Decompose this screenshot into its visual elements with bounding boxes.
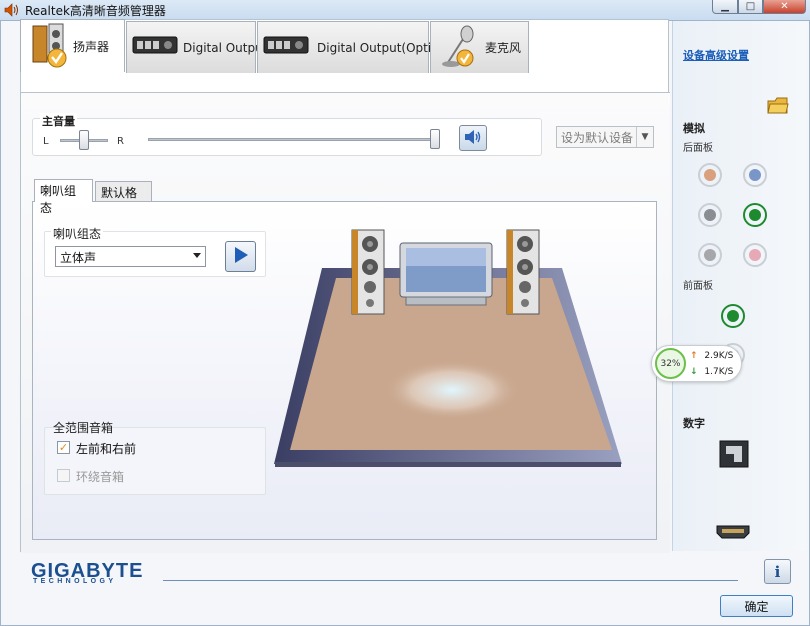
ok-button-label: 确定: [744, 599, 769, 614]
footer-divider: [163, 580, 738, 581]
network-speed-widget[interactable]: 32% ↑ 2.9K/S ↓ 1.7K/S: [651, 345, 742, 382]
jack-dot: [749, 209, 761, 221]
surround-checkbox[interactable]: [57, 469, 70, 482]
jack-dot: [704, 209, 716, 221]
rear-jack-6[interactable]: [743, 243, 767, 267]
front-jack-1[interactable]: [721, 304, 745, 328]
right-speaker-icon: [506, 229, 540, 318]
upload-arrow-icon: ↑: [690, 351, 698, 361]
rear-jack-3[interactable]: [698, 203, 722, 227]
play-icon: [233, 246, 249, 267]
left-speaker-icon: [351, 229, 385, 318]
surround-label: 环绕音箱: [76, 470, 125, 484]
full-range-title: 全范围音箱: [53, 421, 114, 435]
test-play-button[interactable]: [225, 241, 256, 272]
spdif-port-icon[interactable]: [719, 440, 749, 471]
jack-dot: [749, 249, 761, 261]
download-row: ↓ 1.7K/S: [690, 367, 733, 377]
rear-jack-1[interactable]: [698, 163, 722, 187]
title-bar: Realtek高清晰音频管理器 ▁ □ ✕: [0, 0, 810, 20]
gigabyte-logo-sub: TECHNOLOGY: [33, 578, 117, 585]
microphone-icon: [441, 24, 477, 71]
close-icon: ✕: [780, 1, 789, 12]
window-title: Realtek高清晰音频管理器: [25, 4, 166, 18]
hdmi-port-icon[interactable]: [716, 524, 750, 543]
maximize-button[interactable]: □: [738, 0, 763, 14]
tab-digital-output-label: Digital Output: [183, 40, 268, 55]
upload-row: ↑ 2.9K/S: [690, 351, 733, 361]
front-panel-label: 前面板: [683, 281, 713, 292]
chevron-down-icon: [193, 253, 201, 258]
balance-right-label: R: [117, 136, 124, 147]
speaker-config-select[interactable]: 立体声: [55, 246, 206, 267]
jack-dot: [704, 169, 716, 181]
tab-default-format[interactable]: 默认格式: [95, 181, 152, 217]
download-arrow-icon: ↓: [690, 367, 698, 377]
rear-jack-2[interactable]: [743, 163, 767, 187]
jack-dot: [749, 169, 761, 181]
advanced-settings-link[interactable]: 设备高级设置: [683, 47, 749, 63]
folder-icon[interactable]: [767, 95, 789, 118]
speaker-config-group-title: 喇叭组态: [51, 225, 104, 242]
balance-slider-thumb[interactable]: [79, 130, 89, 150]
info-button[interactable]: i: [764, 559, 791, 584]
tab-digital-output[interactable]: Digital Output: [126, 21, 267, 73]
jack-dot: [704, 249, 716, 261]
balance-left-label: L: [43, 136, 49, 147]
monitor-icon: [398, 241, 494, 310]
speaker-config-value: 立体声: [60, 251, 97, 265]
close-button[interactable]: ✕: [763, 0, 806, 14]
rear-jack-4[interactable]: [743, 203, 767, 227]
jack-dot: [727, 310, 739, 322]
rear-panel-label: 后面板: [683, 143, 713, 154]
main-volume-title: 主音量: [40, 113, 77, 129]
net-percent: 32%: [655, 348, 686, 379]
download-speed: 1.7K/S: [704, 367, 734, 377]
digital-heading: 数字: [683, 417, 705, 430]
volume-slider-thumb[interactable]: [430, 129, 440, 149]
minimize-button[interactable]: ▁: [712, 0, 738, 14]
tab-microphone[interactable]: 麦克风: [430, 21, 529, 73]
speaker-app-icon: [4, 3, 20, 17]
chevron-down-icon: ▼: [636, 127, 653, 147]
minimize-icon: ▁: [721, 1, 729, 12]
speaker-volume-icon: [464, 129, 482, 148]
ok-button[interactable]: 确定: [720, 595, 793, 617]
analog-heading: 模拟: [683, 122, 705, 135]
tab-digital-output-optical[interactable]: Digital Output(Optical): [257, 21, 453, 73]
set-default-device-label: 设为默认设备: [561, 131, 634, 145]
front-lr-label: 左前和右前: [76, 442, 137, 456]
tab-speaker-config[interactable]: 喇叭组态: [34, 179, 93, 215]
rear-jack-5[interactable]: [698, 243, 722, 267]
optical-output-icon: [263, 33, 309, 62]
tab-speakers-label: 扬声器: [73, 39, 110, 54]
speaker-icon: [31, 22, 67, 71]
info-icon: i: [774, 562, 781, 581]
mute-button[interactable]: [459, 125, 487, 151]
front-lr-checkbox[interactable]: ✓: [57, 441, 70, 454]
tab-speakers[interactable]: 扬声器: [20, 19, 125, 72]
maximize-icon: □: [745, 1, 756, 12]
set-default-device-dropdown[interactable]: 设为默认设备 ▼: [556, 126, 654, 148]
volume-slider-track: [148, 138, 440, 141]
upload-speed: 2.9K/S: [704, 351, 734, 361]
tab-microphone-label: 麦克风: [485, 41, 522, 55]
digital-output-icon: [132, 33, 178, 62]
